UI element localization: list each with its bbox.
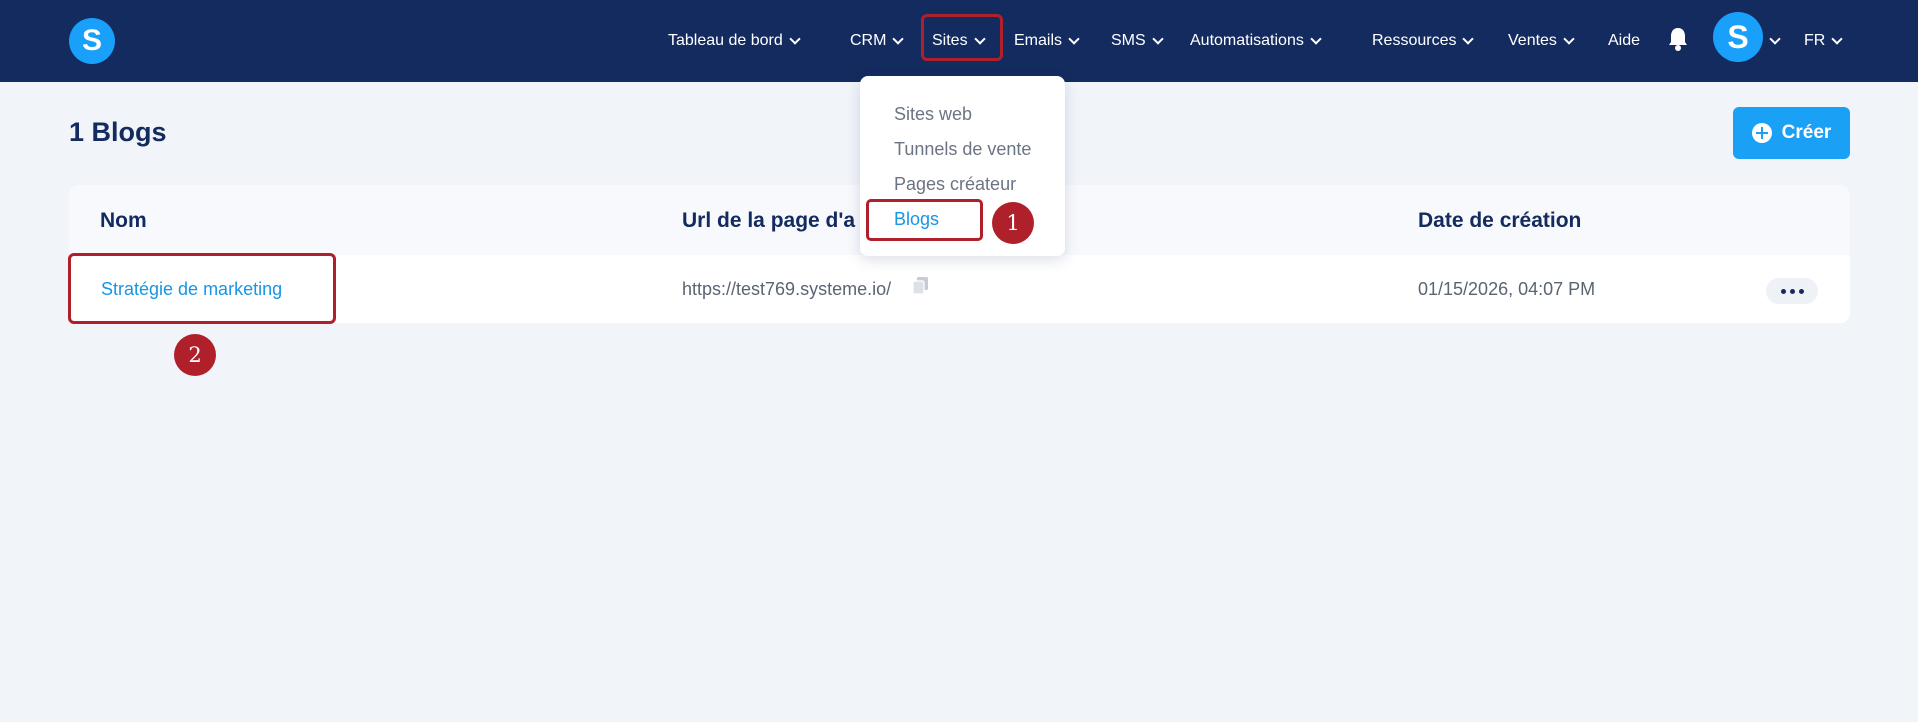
blog-url: https://test769.systeme.io/	[682, 279, 892, 299]
step-badge-2: 2	[174, 334, 216, 376]
plus-circle-icon	[1751, 123, 1772, 143]
nav-tableau-de-bord[interactable]: Tableau de bord	[668, 26, 801, 56]
column-header-url: Url de la page d'a	[682, 209, 856, 232]
chevron-down-icon	[1462, 32, 1475, 45]
chevron-down-icon	[1152, 32, 1164, 45]
chevron-down-icon	[1769, 32, 1781, 45]
nav-aide[interactable]: Aide	[1608, 26, 1640, 56]
sites-highlight-box	[921, 14, 1003, 61]
more-dots-icon	[1789, 288, 1795, 294]
chevron-down-icon	[1831, 32, 1843, 45]
logo-letter: S	[81, 24, 102, 57]
nav-emails[interactable]: Emails	[1014, 26, 1080, 56]
chevron-down-icon	[1310, 32, 1322, 45]
nav-ventes[interactable]: Ventes	[1508, 26, 1575, 56]
app-logo[interactable]: S	[69, 18, 115, 64]
avatar[interactable]: S	[1713, 12, 1763, 62]
nav-ressources[interactable]: Ressources	[1372, 26, 1475, 56]
nav-crm[interactable]: CRM	[850, 26, 905, 56]
dropdown-item-pages-createur[interactable]: Pages créateur	[894, 174, 1016, 195]
dropdown-item-sites-web[interactable]: Sites web	[894, 104, 972, 125]
chevron-down-icon	[789, 32, 801, 45]
chevron-down-icon	[1563, 32, 1575, 45]
blog-creation-date: 01/15/2026, 04:07 PM	[1418, 279, 1596, 299]
more-actions-button[interactable]	[1766, 278, 1818, 304]
create-button[interactable]: Créer	[1733, 107, 1850, 159]
more-dots-icon	[1780, 288, 1786, 294]
language-label: FR	[1804, 32, 1826, 49]
nav-label: Aide	[1608, 32, 1641, 49]
blogs-highlight-box	[866, 199, 983, 241]
nav-label: Tableau de bord	[668, 32, 783, 49]
nav-label: Ressources	[1372, 32, 1457, 49]
bell-icon[interactable]	[1667, 26, 1689, 52]
step-badge-1: 1	[992, 202, 1034, 244]
nav-label: CRM	[850, 32, 887, 49]
nav-automatisations[interactable]: Automatisations	[1190, 26, 1322, 56]
create-button-label: Créer	[1781, 122, 1832, 143]
nav-label: Emails	[1014, 32, 1063, 49]
avatar-letter: S	[1727, 18, 1749, 55]
nav-label: Automatisations	[1190, 32, 1304, 49]
copy-icon[interactable]	[912, 276, 930, 296]
dropdown-item-tunnels-de-vente[interactable]: Tunnels de vente	[894, 139, 1031, 160]
nav-label: Ventes	[1508, 32, 1557, 49]
nav-label: SMS	[1111, 32, 1146, 49]
chevron-down-icon	[892, 32, 905, 45]
column-header-nom: Nom	[100, 209, 147, 232]
column-header-date: Date de création	[1418, 209, 1582, 232]
row-highlight-box	[68, 253, 336, 324]
language-selector[interactable]: FR	[1804, 26, 1843, 56]
page-title: 1 Blogs	[69, 117, 167, 147]
nav-sms[interactable]: SMS	[1111, 26, 1164, 56]
avatar-menu-toggle[interactable]	[1769, 26, 1781, 56]
chevron-down-icon	[1068, 32, 1080, 45]
more-dots-icon	[1798, 288, 1804, 294]
